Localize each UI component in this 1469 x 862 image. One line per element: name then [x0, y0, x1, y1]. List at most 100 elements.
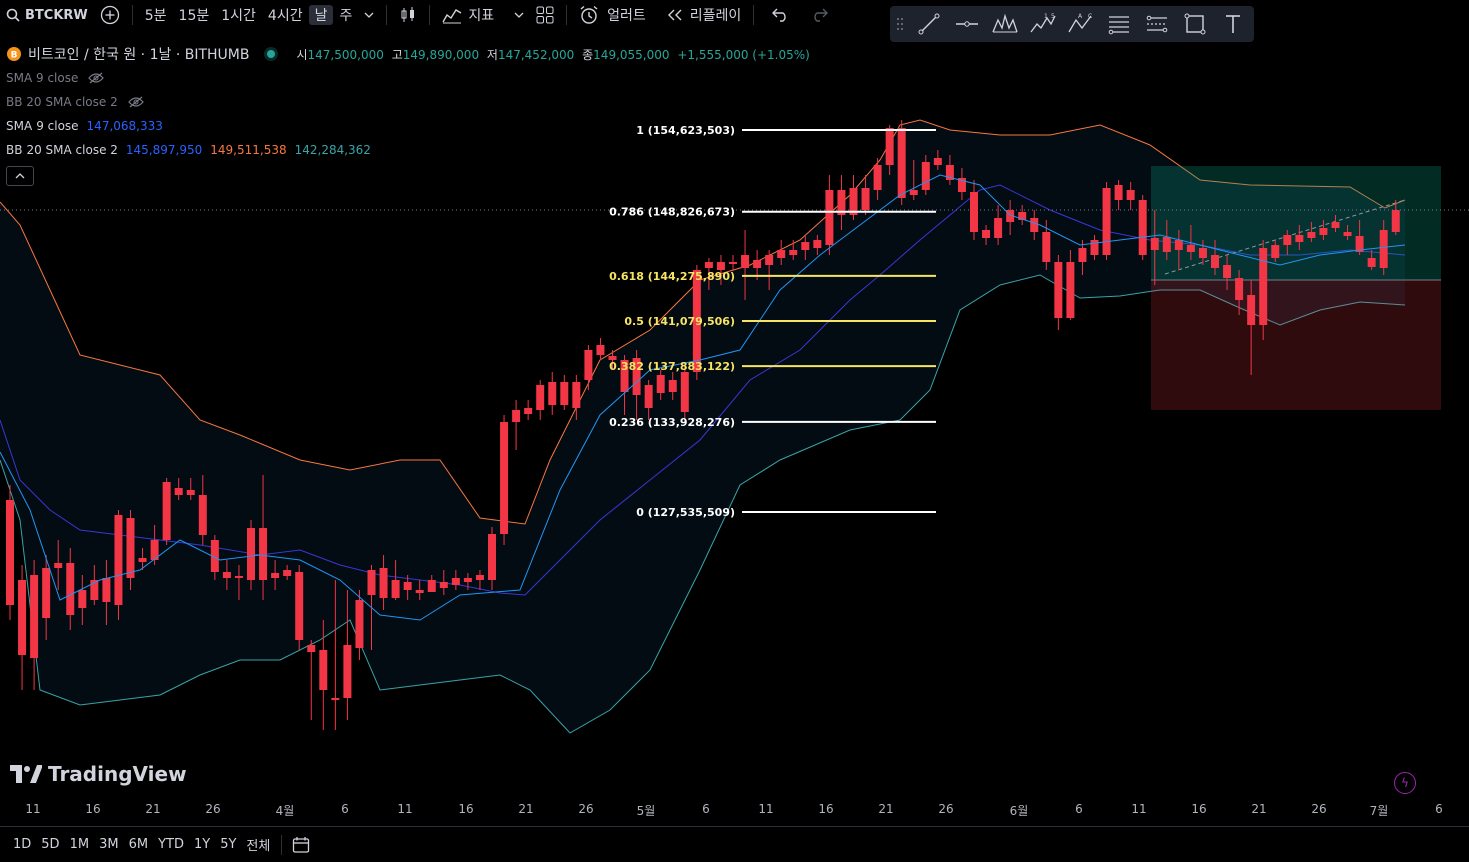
grip-dots-icon	[897, 18, 903, 30]
horizontal-ray-tool[interactable]	[948, 6, 986, 42]
fib-level-label: 0.5 (141,079,506)	[624, 315, 735, 328]
divider	[281, 834, 283, 855]
indicator-bb[interactable]: BB 20 SMA close 2 145,897,950 149,511,53…	[6, 138, 814, 162]
indicator-templates-dropdown[interactable]	[508, 12, 530, 18]
abcd-pattern-icon: AC	[1068, 13, 1092, 33]
candle	[295, 565, 304, 650]
indicator-sma-hidden[interactable]: SMA 9 close	[6, 66, 814, 90]
interval-dropdown[interactable]	[358, 12, 380, 18]
chevron-down-icon	[364, 12, 374, 18]
bb-lower-value: 142,284,362	[294, 143, 371, 157]
indicator-bb-hidden[interactable]: BB 20 SMA close 2	[6, 90, 814, 114]
indicators-button[interactable]: 지표	[436, 5, 500, 25]
chart-legend: B 비트코인 / 한국 원 · 1날 · BITHUMB 시147,500,00…	[6, 42, 814, 186]
indicator-sma[interactable]: SMA 9 close 147,068,333	[6, 114, 814, 138]
tradingview-logo[interactable]: TradingView	[10, 762, 187, 786]
interval-4h[interactable]: 4시간	[262, 5, 309, 25]
market-status-dot[interactable]	[267, 50, 276, 58]
fib-retracement-tool[interactable]	[1100, 6, 1138, 42]
pattern-tool[interactable]	[986, 6, 1024, 42]
time-axis[interactable]: 11 16 21 26 4월 6 11 16 21 26 5월 6 11 16 21 26 6월 6 11 16 21 2…	[0, 798, 1469, 822]
collapse-legend-button[interactable]	[6, 166, 34, 186]
time-axis-label: 11	[397, 802, 413, 816]
interval-1h[interactable]: 1시간	[215, 5, 262, 25]
replay-label: 리플레이	[689, 8, 742, 24]
range-5y[interactable]: 5Y	[215, 837, 241, 852]
candle	[247, 520, 255, 590]
range-6m[interactable]: 6M	[124, 837, 154, 852]
undo-button[interactable]	[766, 8, 796, 22]
time-axis-label: 21	[145, 802, 161, 816]
eye-off-icon[interactable]	[88, 72, 105, 84]
layouts-button[interactable]	[530, 6, 560, 24]
compare-button[interactable]	[94, 5, 126, 25]
stop-loss-zone	[1151, 280, 1441, 410]
interval-5m[interactable]: 5분	[139, 5, 173, 25]
candle	[162, 478, 171, 545]
time-axis-label: 21	[1251, 802, 1267, 816]
candle	[18, 565, 27, 690]
eye-off-icon[interactable]	[127, 96, 144, 108]
alert-label: 얼러트	[607, 8, 646, 24]
redo-button[interactable]	[804, 8, 834, 22]
range-5d[interactable]: 5D	[36, 837, 64, 852]
interval-1w[interactable]: 주	[333, 5, 358, 25]
range-1d[interactable]: 1D	[8, 837, 36, 852]
range-3m[interactable]: 3M	[94, 837, 124, 852]
horizontal-line-icon	[956, 21, 978, 27]
time-axis-label: 6	[341, 802, 349, 816]
indicator-label: BB 20 SMA close 2	[6, 95, 118, 109]
indicator-label: SMA 9 close	[6, 71, 79, 85]
candle	[512, 400, 521, 450]
bottom-toolbar: 1D 5D 1M 3M 6M YTD 1Y 5Y 전체	[0, 826, 1469, 862]
go-to-date-button[interactable]	[292, 836, 310, 854]
undo-icon	[772, 8, 786, 22]
long-position-tool[interactable]	[1151, 166, 1441, 410]
rectangle-tool[interactable]	[1176, 6, 1214, 42]
candle	[500, 415, 509, 545]
candle	[6, 485, 14, 620]
svg-text:5: 5	[1051, 13, 1055, 20]
time-axis-label: 26	[578, 802, 594, 816]
trend-line-tool[interactable]	[910, 6, 948, 42]
time-axis-label: 16	[85, 802, 101, 816]
candle	[126, 510, 135, 590]
replay-button[interactable]: 리플레이	[660, 5, 748, 25]
elliott-wave-tool[interactable]: 15	[1024, 6, 1062, 42]
interval-15m[interactable]: 15분	[173, 5, 216, 25]
grid-icon	[536, 6, 554, 24]
indicators-icon	[442, 9, 462, 24]
range-ytd[interactable]: YTD	[153, 837, 189, 852]
parallel-channel-tool[interactable]	[1138, 6, 1176, 42]
fib-level-label: 0.786 (148,826,673)	[609, 206, 735, 219]
chart-type-button[interactable]	[393, 6, 423, 24]
bitcoin-logo-icon: B	[7, 47, 21, 61]
time-axis-label: 6	[702, 802, 710, 816]
range-1y[interactable]: 1Y	[189, 837, 215, 852]
fib-level-label: 0.618 (144,275,890)	[609, 270, 735, 283]
fib-retracement-icon	[1108, 16, 1129, 35]
time-axis-label: 16	[818, 802, 834, 816]
candle	[1259, 240, 1268, 340]
chevron-up-icon	[15, 173, 25, 179]
symbol-title: 비트코인 / 한국 원 · 1날 · BITHUMB	[28, 47, 250, 63]
abcd-pattern-tool[interactable]: AC	[1062, 6, 1100, 42]
elliott-wave-icon: 15	[1030, 13, 1056, 33]
add-circle-icon	[100, 5, 119, 25]
text-tool[interactable]	[1214, 6, 1252, 42]
time-axis-label: 11	[25, 802, 41, 816]
drag-handle[interactable]	[890, 6, 910, 42]
range-1m[interactable]: 1M	[65, 837, 95, 852]
candle	[596, 338, 605, 360]
alert-button[interactable]: 얼러트	[573, 5, 652, 25]
tv-mark-icon	[10, 765, 42, 783]
time-axis-label: 26	[205, 802, 221, 816]
bb-name: BB	[6, 143, 23, 157]
lightning-icon[interactable]: ϟ	[1394, 772, 1416, 794]
range-all[interactable]: 전체	[241, 835, 275, 854]
channel-icon	[1146, 15, 1168, 33]
redo-icon	[814, 8, 829, 22]
candle	[114, 510, 123, 620]
interval-1d[interactable]: 날	[308, 5, 334, 25]
symbol-search[interactable]: BTCKRW	[0, 8, 94, 23]
